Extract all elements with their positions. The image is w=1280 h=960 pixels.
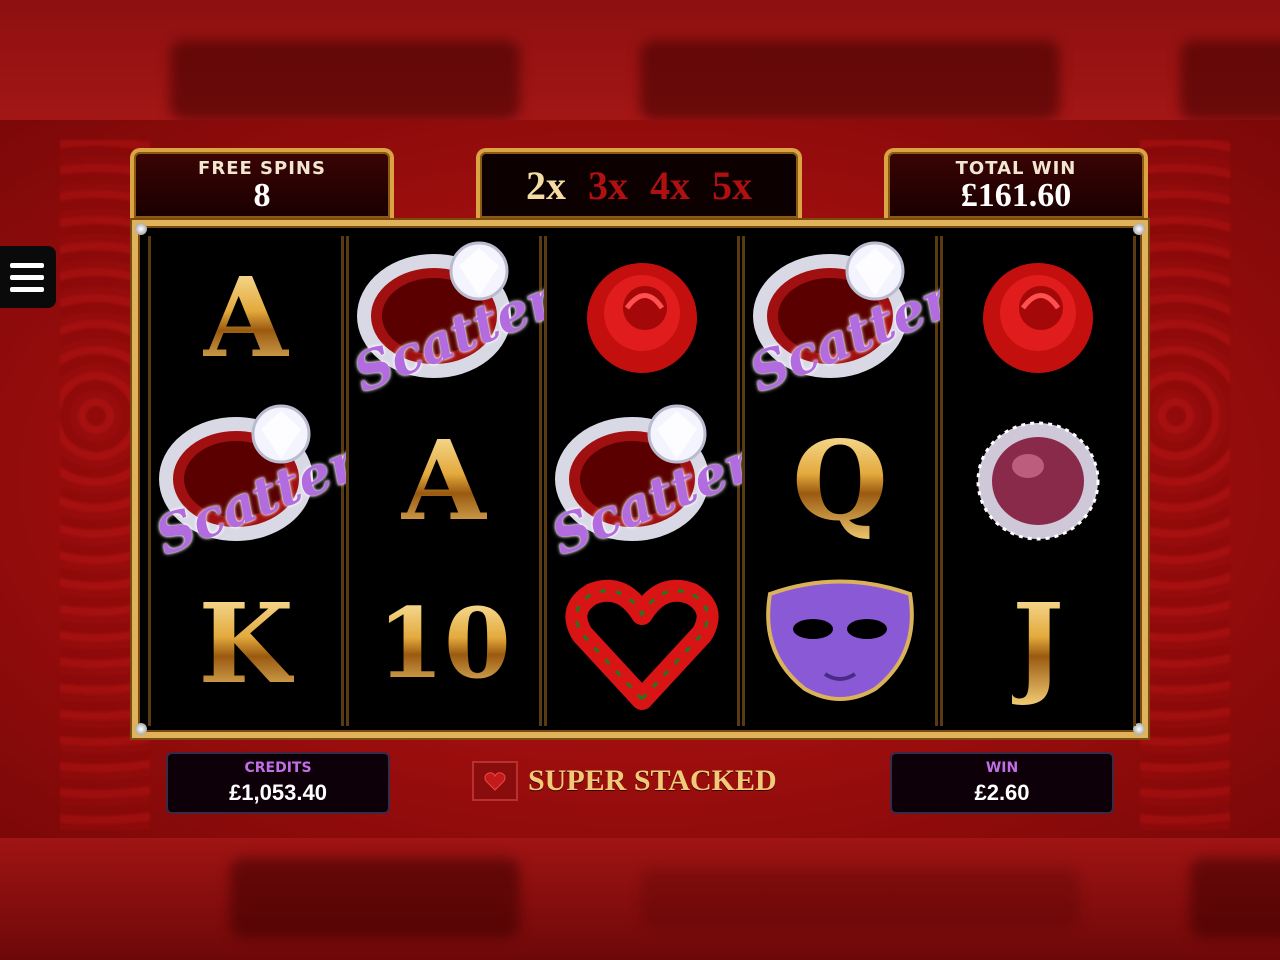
symbol-mask <box>745 562 935 725</box>
symbol-rose <box>547 236 737 399</box>
win-display: WIN £2.60 <box>890 752 1114 814</box>
free-spins-panel: FREE SPINS 8 <box>130 148 394 218</box>
reel-5: J <box>940 236 1136 726</box>
rose-icon <box>587 262 697 373</box>
symbol-jack: J <box>1011 579 1065 708</box>
credits-value: £1,053.40 <box>229 780 327 805</box>
win-value: £2.60 <box>974 780 1030 805</box>
heart-of-roses-icon <box>565 579 719 710</box>
multiplier-2x: 2x <box>526 162 566 208</box>
symbol-ace: A <box>401 416 487 545</box>
reel-2: Scatter A 10 <box>345 236 564 726</box>
free-spins-count: 8 <box>253 177 271 214</box>
ruby-gem-icon <box>976 421 1100 540</box>
symbol-scatter-ring: Scatter <box>345 236 564 404</box>
credits-label: CREDITS <box>244 760 312 776</box>
multiplier-3x: 3x <box>588 162 628 208</box>
rose-decoration-right <box>1140 140 1230 830</box>
win-label: WIN <box>985 760 1019 776</box>
symbol-queen: Q <box>792 416 888 545</box>
symbol-scatter-ring: Scatter <box>147 399 366 567</box>
super-stacked-feature[interactable]: SUPER STACKED <box>472 758 777 804</box>
feature-checkbox[interactable] <box>472 761 518 801</box>
reel-1: A Scatter K <box>147 236 366 726</box>
feature-label: SUPER STACKED <box>528 764 777 797</box>
symbol-scatter-ring: Scatter <box>543 399 762 567</box>
multiplier-4x: 4x <box>650 162 690 208</box>
symbol-ten: 10 <box>377 587 511 700</box>
reels-frame: A Scatter K Scatter A 10 Scatter Scatter… <box>132 220 1148 738</box>
total-win-panel: TOTAL WIN £161.60 <box>884 148 1148 218</box>
total-win-amount: £161.60 <box>960 177 1072 214</box>
total-win-label: TOTAL WIN <box>955 158 1077 179</box>
symbol-gem-ring <box>943 399 1133 562</box>
symbol-rose <box>943 236 1133 399</box>
symbol-rose-heart <box>547 562 737 725</box>
symbol-scatter-ring: Scatter <box>741 236 960 404</box>
credits-display: CREDITS £1,053.40 <box>166 752 390 814</box>
free-spins-label: FREE SPINS <box>198 158 326 179</box>
hamburger-icon <box>10 262 44 268</box>
reel-4: Scatter Q <box>741 236 960 726</box>
menu-button[interactable] <box>0 246 56 308</box>
blurred-top-background <box>0 0 1280 120</box>
multiplier-5x: 5x <box>712 162 752 208</box>
symbol-king: K <box>198 579 294 708</box>
reel-3: Scatter <box>543 236 762 726</box>
blurred-bottom-background <box>0 838 1280 960</box>
heart-icon <box>484 772 506 791</box>
multiplier-panel: 2x 3x 4x 5x <box>476 148 802 218</box>
masquerade-mask-icon <box>766 579 914 701</box>
symbol-ace: A <box>203 253 289 382</box>
rose-icon <box>983 262 1093 373</box>
